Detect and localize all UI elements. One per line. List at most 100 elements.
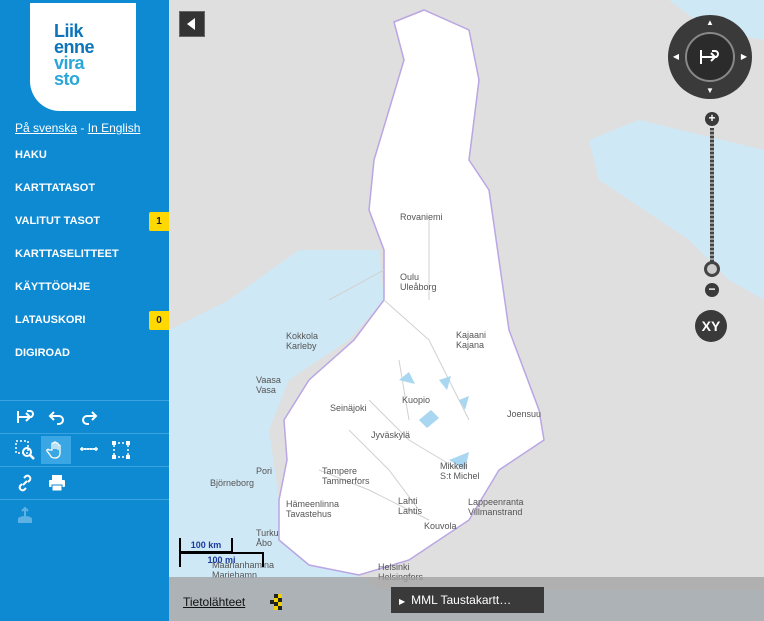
measure-line-button[interactable] [74, 436, 104, 464]
city-label: Rovaniemi [400, 212, 443, 222]
share-tools-row [0, 466, 169, 499]
city-label: Lahti [398, 496, 418, 506]
city-label: Kajana [456, 340, 485, 350]
measure-line-icon [80, 447, 98, 451]
upload-layer-icon [18, 506, 32, 523]
undo-button[interactable] [42, 403, 72, 431]
pan-navigation-wheel[interactable]: ▲ ▼ ◀ ▶ [668, 15, 752, 99]
zoom-box-button[interactable] [10, 436, 40, 464]
city-label: Åbo [256, 538, 273, 548]
upload-layer-button[interactable] [10, 502, 40, 530]
zoom-track[interactable] [710, 128, 714, 268]
redo-icon [82, 411, 98, 425]
menu-item-haku[interactable]: HAKU [0, 142, 169, 175]
reset-view-button[interactable] [10, 403, 40, 431]
menu-item-label: DIGIROAD [15, 347, 70, 359]
english-link[interactable]: In English [88, 121, 141, 135]
data-provider-logo-icon [270, 594, 282, 610]
main-menu: HAKU KARTTATASOT VALITUT TASOT 1 KARTTASE… [0, 142, 169, 373]
pan-button[interactable] [41, 436, 71, 464]
sidebar: Liik enne vira sto På svenska - In Engli… [0, 0, 169, 621]
reset-view-icon [17, 410, 34, 423]
city-label: Vaasa [256, 375, 281, 385]
chevron-left-icon [187, 18, 195, 30]
app-root: Liik enne vira sto På svenska - In Engli… [0, 0, 764, 621]
menu-item-karttaselitteet[interactable]: KARTTASELITTEET [0, 241, 169, 274]
redo-button[interactable] [74, 403, 104, 431]
language-links: På svenska - In English [15, 121, 140, 135]
menu-item-label: KÄYTTÖOHJE [15, 281, 91, 293]
zoom-slider[interactable]: + − [704, 112, 720, 298]
collapse-sidebar-button[interactable] [179, 11, 205, 37]
logo-line: sto [54, 69, 80, 89]
map-bottom-bar: Tietolähteet ▶ MML Taustakartt… [169, 577, 764, 621]
city-label: Turku [256, 528, 279, 538]
measure-area-button[interactable] [106, 436, 136, 464]
menu-item-valitut-tasot[interactable]: VALITUT TASOT 1 [0, 208, 169, 241]
map-view[interactable]: Rovaniemi Oulu Uleåborg Kokkola Karleby … [169, 0, 764, 621]
swedish-link[interactable]: På svenska [15, 121, 77, 135]
pan-left-arrow-icon[interactable]: ◀ [671, 52, 681, 62]
scale-km-label: 100 km [179, 538, 233, 553]
city-label: Björneborg [210, 478, 255, 488]
city-label: Oulu [400, 272, 420, 282]
city-label: Helsinki [378, 562, 410, 572]
menu-item-kayttoohje[interactable]: KÄYTTÖOHJE [0, 274, 169, 307]
pan-down-arrow-icon[interactable]: ▼ [705, 86, 715, 96]
menu-item-label: KARTTASELITTEET [15, 248, 119, 260]
selected-layers-count-badge: 1 [149, 212, 169, 231]
map-tools-row [0, 433, 169, 466]
city-label: Lahtis [398, 506, 423, 516]
city-label: Kajaani [456, 330, 487, 340]
reset-view-center-button[interactable] [685, 32, 735, 82]
city-label: Tampere [322, 466, 358, 476]
city-label: Karleby [286, 341, 317, 351]
city-label: Hämeenlinna [286, 499, 340, 509]
city-label: Pori [256, 466, 273, 476]
menu-item-karttatasot[interactable]: KARTTATASOT [0, 175, 169, 208]
scale-mi-label: 100 mi [179, 552, 264, 567]
print-icon [49, 475, 65, 492]
liikennevirasto-logo[interactable]: Liik enne vira sto [30, 3, 136, 111]
city-label: Tavastehus [286, 509, 332, 519]
menu-item-label: KARTTATASOT [15, 182, 96, 194]
download-basket-count-badge: 0 [149, 311, 169, 330]
city-label: Mikkeli [440, 461, 468, 471]
zoom-out-button[interactable]: − [705, 283, 719, 297]
city-label: Vasa [256, 385, 276, 395]
print-button[interactable] [42, 469, 72, 497]
link-button[interactable] [10, 469, 40, 497]
background-layer-selector[interactable]: ▶ MML Taustakartt… [391, 587, 544, 613]
zoom-handle[interactable] [704, 261, 720, 277]
city-label: Kuopio [402, 395, 431, 405]
import-tools-row [0, 499, 169, 532]
zoom-in-button[interactable]: + [705, 112, 719, 126]
city-label: Joensuu [507, 409, 542, 419]
menu-item-label: LATAUSKORI [15, 314, 86, 326]
city-label: Lappeenranta [468, 497, 524, 507]
link-icon [18, 474, 32, 492]
city-label: S:t Michel [440, 471, 480, 481]
pan-up-arrow-icon[interactable]: ▲ [705, 18, 715, 28]
undo-icon [48, 411, 64, 425]
menu-item-label: VALITUT TASOT [15, 215, 101, 227]
city-label: Seinäjoki [330, 403, 367, 413]
logo-text: Liik enne vira sto [54, 22, 95, 89]
reset-view-icon [700, 50, 719, 64]
zoom-box-icon [15, 440, 35, 460]
menu-item-latauskori[interactable]: LATAUSKORI 0 [0, 307, 169, 340]
pan-hand-icon [46, 441, 61, 459]
triangle-right-icon: ▶ [399, 597, 406, 606]
measure-area-icon [112, 441, 130, 459]
coordinate-tool-button[interactable]: XY [695, 310, 727, 342]
background-layer-name: MML Taustakartt… [411, 593, 512, 607]
city-label: Kouvola [424, 521, 457, 531]
language-separator: - [80, 121, 85, 135]
city-label: Tammerfors [322, 476, 370, 486]
history-tools-row [0, 400, 169, 433]
menu-item-digiroad[interactable]: DIGIROAD [0, 340, 169, 373]
menu-item-label: HAKU [15, 149, 47, 161]
data-sources-link[interactable]: Tietolähteet [183, 595, 245, 609]
pan-right-arrow-icon[interactable]: ▶ [739, 52, 749, 62]
city-label: Kokkola [286, 331, 319, 341]
